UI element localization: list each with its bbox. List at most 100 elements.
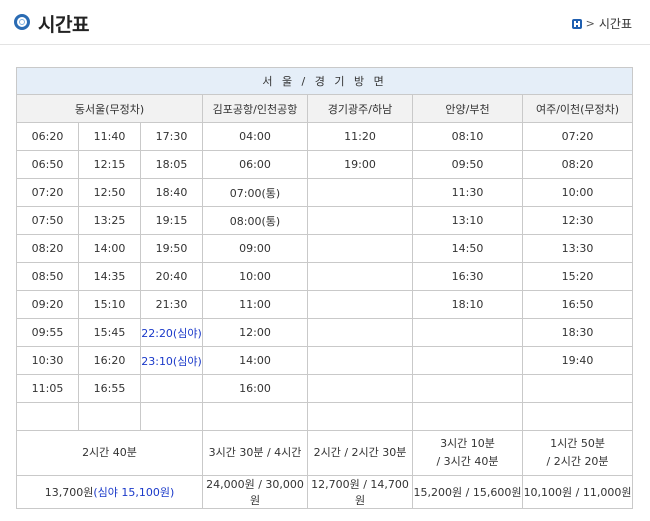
table-cell: 06:50: [16, 150, 79, 179]
table-cell: 17:30: [140, 122, 203, 151]
title-bullet-icon: [14, 14, 30, 30]
table-cell: 15:10: [78, 290, 141, 319]
table-cell: [307, 318, 413, 347]
fare-dongseoul-text: 13,700원: [44, 486, 94, 499]
table-row: 09:20 15:10 21:30 11:00 18:10 16:50: [16, 290, 634, 319]
duration-anyang-text: 3시간 10분 / 3시간 40분: [436, 437, 499, 468]
table-cell: 07:20: [16, 178, 79, 207]
fare-yeoju: 10,100원 / 11,000원: [521, 475, 634, 509]
table-cell: 08:00(통): [202, 206, 308, 235]
column-header-gimpo: 김포공항/인천공항: [202, 94, 308, 123]
column-header-yeoju: 여주/이천(무정차): [521, 94, 634, 123]
table-row: 06:20 11:40 17:30 04:00 11:20 08:10 07:20: [16, 122, 634, 151]
fare-dongseoul: 13,700원(심야 15,100원): [16, 475, 203, 509]
table-cell: 16:55: [78, 374, 141, 403]
table-cell: 04:00: [202, 122, 308, 151]
fare-gimpo: 24,000원 / 30,000원: [202, 475, 308, 509]
fare-anyang: 15,200원 / 15,600원: [412, 475, 523, 509]
table-cell: 14:50: [412, 234, 523, 263]
table-cell: 09:50: [412, 150, 523, 179]
table-cell: 08:50: [16, 262, 79, 291]
table-cell: [412, 318, 523, 347]
table-cell: [78, 402, 141, 431]
table-cell: 10:30: [16, 346, 79, 375]
table-cell: 18:40: [140, 178, 203, 207]
home-icon[interactable]: [571, 18, 582, 29]
table-cell: 07:50: [16, 206, 79, 235]
table-cell: 23:10(심야): [140, 346, 203, 375]
duration-yeoju-text: 1시간 50분 / 2시간 20분: [546, 437, 609, 468]
table-cell: 15:20: [521, 262, 634, 291]
table-cell: 13:10: [412, 206, 523, 235]
table-cell: 06:00: [202, 150, 308, 179]
table-cell: 12:00: [202, 318, 308, 347]
table-cell: 15:45: [78, 318, 141, 347]
table-cell: 19:00: [307, 150, 413, 179]
table-cell: 22:20(심야): [140, 318, 203, 347]
table-cell: 18:10: [412, 290, 523, 319]
table-row: 09:55 15:45 22:20(심야) 12:00 18:30: [16, 318, 634, 347]
table-cell: [307, 346, 413, 375]
table-row: 07:20 12:50 18:40 07:00(통) 11:30 10:00: [16, 178, 634, 207]
table-caption: 서 울 / 경 기 방 면: [15, 67, 634, 95]
table-row: 06:50 12:15 18:05 06:00 19:00 09:50 08:20: [16, 150, 634, 179]
breadcrumb-current: 시간표: [598, 17, 632, 31]
duration-gwangju: 2시간 / 2시간 30분: [307, 430, 413, 476]
duration-yeoju: 1시간 50분 / 2시간 20분: [521, 430, 634, 476]
timetable: 서 울 / 경 기 방 면 동서울(무정차) 김포공항/인천공항 경기광주/하남…: [15, 67, 634, 509]
table-cell: 19:15: [140, 206, 203, 235]
table-cell: 18:30: [521, 318, 634, 347]
page-title: 시간표: [38, 14, 89, 36]
table-cell: 08:20: [521, 150, 634, 179]
column-header-anyang: 안양/부천: [412, 94, 523, 123]
table-cell: 10:00: [521, 178, 634, 207]
table-cell: 08:10: [412, 122, 523, 151]
table-cell: 06:20: [16, 122, 79, 151]
table-cell: [140, 402, 203, 431]
table-cell: 20:40: [140, 262, 203, 291]
table-cell: 13:30: [521, 234, 634, 263]
table-cell: [307, 206, 413, 235]
table-cell: 09:20: [16, 290, 79, 319]
fare-gwangju: 12,700원 / 14,700원: [307, 475, 413, 509]
table-cell: 14:35: [78, 262, 141, 291]
table-cell: 12:50: [78, 178, 141, 207]
column-header-gwangju: 경기광주/하남: [307, 94, 413, 123]
page-header: 시간표 > 시간표: [0, 0, 650, 45]
column-header-dongseoul: 동서울(무정차): [16, 94, 203, 123]
table-cell: 18:05: [140, 150, 203, 179]
table-cell: 09:55: [16, 318, 79, 347]
table-cell: 16:00: [202, 374, 308, 403]
table-cell: [307, 374, 413, 403]
table-cell: 21:30: [140, 290, 203, 319]
table-cell: [202, 402, 308, 431]
table-cell: 16:20: [78, 346, 141, 375]
timetable-body: 06:20 11:40 17:30 04:00 11:20 08:10 07:20 06:50…: [16, 122, 634, 431]
table-row: 08:50 14:35 20:40 10:00 16:30 15:20: [16, 262, 634, 291]
table-cell: [307, 234, 413, 263]
table-cell: 16:50: [521, 290, 634, 319]
table-cell: 19:40: [521, 346, 634, 375]
table-row: 08:20 14:00 19:50 09:00 14:50 13:30: [16, 234, 634, 263]
table-cell: 16:30: [412, 262, 523, 291]
table-cell: [307, 262, 413, 291]
table-cell: 10:00: [202, 262, 308, 291]
duration-dongseoul: 2시간 40분: [16, 430, 203, 476]
table-cell: 11:40: [78, 122, 141, 151]
breadcrumb: > 시간표: [571, 15, 632, 32]
table-cell: 07:00(통): [202, 178, 308, 207]
table-row: 11:05 16:55 16:00: [16, 374, 634, 403]
chevron-right-icon: >: [585, 17, 595, 30]
duration-gimpo: 3시간 30분 / 4시간: [202, 430, 308, 476]
table-cell: 12:30: [521, 206, 634, 235]
table-row: 07:50 13:25 19:15 08:00(통) 13:10 12:30: [16, 206, 634, 235]
table-cell: 13:25: [78, 206, 141, 235]
table-cell: 11:00: [202, 290, 308, 319]
duration-anyang: 3시간 10분 / 3시간 40분: [412, 430, 523, 476]
table-cell: 11:20: [307, 122, 413, 151]
table-cell: 09:00: [202, 234, 308, 263]
table-cell: [16, 402, 79, 431]
fare-dongseoul-night: (심야 15,100원): [93, 486, 175, 499]
table-row: [16, 402, 634, 431]
table-cell: [521, 374, 634, 403]
